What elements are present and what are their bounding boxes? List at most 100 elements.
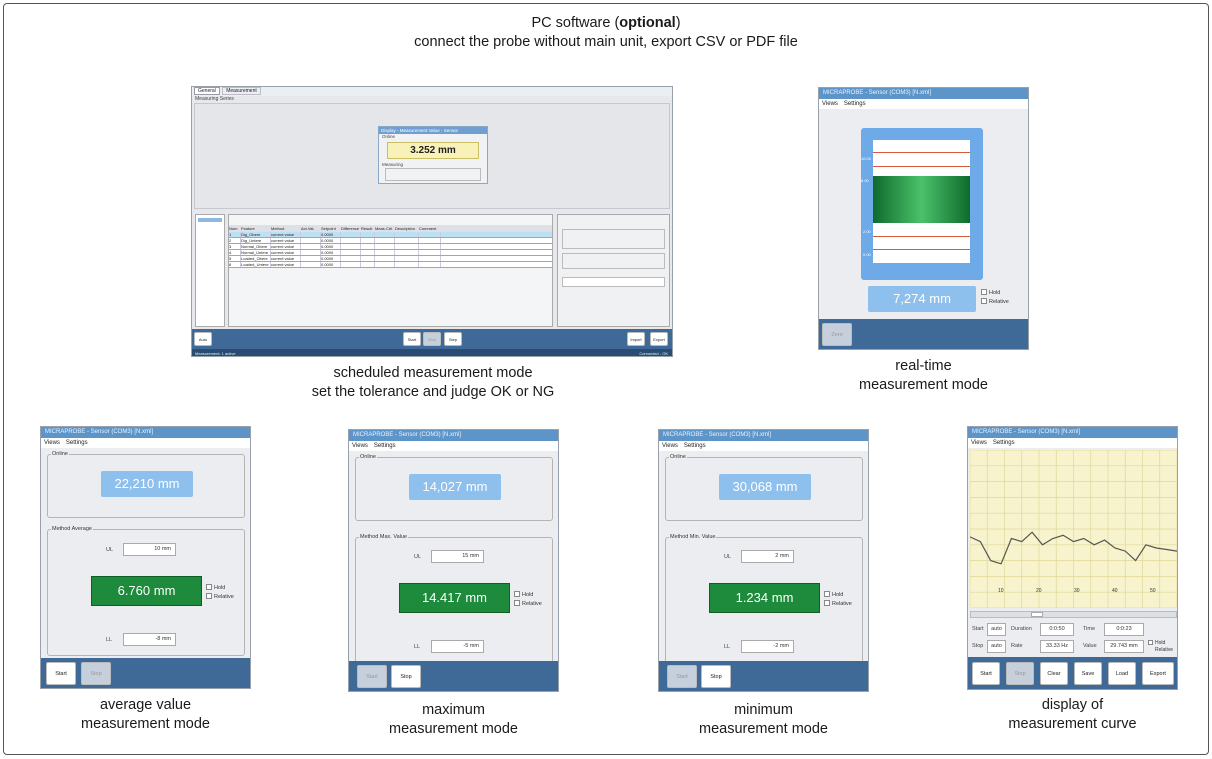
relative-checkbox[interactable]: Relative <box>206 593 234 601</box>
x-tick-label: 40 <box>1112 588 1118 594</box>
series-list[interactable] <box>195 214 225 327</box>
menu-settings[interactable]: Settings <box>993 440 1015 446</box>
scale-tick-3: 2.00 <box>863 229 871 234</box>
table-cell <box>361 238 375 243</box>
stop-button[interactable]: Stop <box>81 662 111 685</box>
maximum-menu: Views Settings <box>349 441 558 451</box>
stop-button[interactable]: Stop <box>701 665 731 688</box>
start-button[interactable]: Start <box>403 332 421 346</box>
caption-curve-2: measurement curve <box>1008 716 1137 732</box>
scheduled-window: General Measurement Measuring Series Dis… <box>191 86 673 357</box>
save-button[interactable]: Save <box>1074 662 1102 685</box>
export-button[interactable]: Export <box>650 332 668 346</box>
menu-views[interactable]: Views <box>822 101 838 107</box>
table-cell <box>395 238 419 243</box>
chart-scrollbar[interactable] <box>970 611 1177 618</box>
start-button[interactable]: Start <box>46 662 76 685</box>
relative-checkbox[interactable]: Relative <box>981 298 1009 306</box>
hold-checkbox[interactable]: Hold <box>1148 640 1165 646</box>
table-cell <box>419 262 441 267</box>
menu-views[interactable]: Views <box>971 440 987 446</box>
load-button[interactable]: Load <box>1108 662 1136 685</box>
table-cell <box>395 232 419 237</box>
tab-general[interactable]: General <box>194 87 220 95</box>
scrollbar-thumb[interactable] <box>1031 612 1043 617</box>
relative-checkbox[interactable]: Relative <box>824 600 852 608</box>
tolerance-group-2 <box>562 253 665 269</box>
menu-views[interactable]: Views <box>44 440 60 446</box>
start-input[interactable]: auto <box>987 623 1006 636</box>
lower-limit-input[interactable]: -2 mm <box>741 640 794 653</box>
table-cell <box>375 250 395 255</box>
table-cell: Loaded_Untere <box>241 262 271 267</box>
lower-limit-label: LL <box>106 637 113 643</box>
caption-minimum-1: minimum <box>734 702 793 718</box>
caption-maximum-2: measurement mode <box>389 721 518 737</box>
zero-button[interactable]: Zero <box>822 323 852 346</box>
lower-limit-input[interactable]: -8 mm <box>123 633 176 646</box>
menu-settings[interactable]: Settings <box>374 443 396 449</box>
table-header: Num Feature Method Act.Val. Setpoint Dif… <box>229 225 552 232</box>
relative-checkbox[interactable]: Relative <box>514 600 542 608</box>
series-list-selected[interactable] <box>198 218 222 222</box>
table-cell <box>395 250 419 255</box>
table-body: 1 Dig_Obere current value 0.0000 2 Dig_Untere… <box>229 232 552 268</box>
upper-limit-label: UL <box>106 547 114 553</box>
hold-checkbox[interactable]: Hold <box>206 584 225 592</box>
table-cell <box>419 238 441 243</box>
hold-checkbox[interactable]: Hold <box>981 289 1000 297</box>
import-button[interactable]: Import <box>627 332 645 346</box>
caption-scheduled-2: set the tolerance and judge OK or NG <box>311 384 555 400</box>
table-cell <box>341 256 361 261</box>
start-button[interactable]: Start <box>667 665 697 688</box>
curve-window: MICRAPROBE - Sensor (COM3) [N.xml] Views… <box>967 426 1178 690</box>
auto-meas-button[interactable]: Auto Meas. <box>194 332 212 355</box>
stop-input[interactable]: auto <box>987 640 1006 653</box>
table-cell <box>301 262 321 267</box>
table-cell <box>375 262 395 267</box>
lower-limit-input[interactable]: -5 mm <box>431 640 484 653</box>
result-value: 6.760 mm <box>91 576 202 606</box>
upper-warn-line <box>873 166 970 167</box>
bar-gauge <box>873 140 970 263</box>
start-button[interactable]: Start <box>972 662 1000 685</box>
export-button[interactable]: Export <box>1142 662 1174 685</box>
step-button[interactable]: Step <box>444 332 462 346</box>
upper-limit-input[interactable]: 10 mm <box>123 543 176 556</box>
stop-button[interactable]: Stop <box>423 332 441 346</box>
table-cell <box>361 244 375 249</box>
table-cell <box>375 232 395 237</box>
table-cell <box>375 244 395 249</box>
curve-footer: Start Stop Clear Save Load Export <box>968 657 1177 689</box>
upper-limit-input[interactable]: 2 mm <box>741 550 794 563</box>
tolerance-group-1 <box>562 229 665 249</box>
table-row[interactable]: 6 Loaded_Untere current value 0.0000 <box>229 262 552 268</box>
stop-button[interactable]: Stop <box>391 665 421 688</box>
table-cell <box>419 250 441 255</box>
realtime-titlebar: MICRAPROBE - Sensor (COM3) [N.xml] <box>819 88 1028 99</box>
table-cell: 0.0000 <box>321 262 341 267</box>
table-cell: current value <box>271 244 301 249</box>
start-button[interactable]: Start <box>357 665 387 688</box>
tolerance-field[interactable] <box>562 277 665 287</box>
relative-checkbox[interactable]: Relative <box>1148 647 1173 653</box>
menu-settings[interactable]: Settings <box>66 440 88 446</box>
duration-input[interactable]: 0:0:50 <box>1040 623 1074 636</box>
tab-measurement[interactable]: Measurement <box>222 87 261 95</box>
table-cell <box>341 262 361 267</box>
upper-limit-input[interactable]: 15 mm <box>431 550 484 563</box>
time-input[interactable]: 0:0:23 <box>1104 623 1144 636</box>
menu-settings[interactable]: Settings <box>844 101 866 107</box>
clear-button[interactable]: Clear <box>1040 662 1068 685</box>
average-titlebar: MICRAPROBE - Sensor (COM3) [N.xml] <box>41 427 250 438</box>
hold-checkbox[interactable]: Hold <box>514 591 533 599</box>
menu-views[interactable]: Views <box>352 443 368 449</box>
menu-settings[interactable]: Settings <box>684 443 706 449</box>
stop-button[interactable]: Stop <box>1006 662 1034 685</box>
table-cell: Dig_Untere <box>241 238 271 243</box>
rate-input[interactable]: 33.33 Hz <box>1040 640 1074 653</box>
menu-views[interactable]: Views <box>662 443 678 449</box>
table-cell <box>341 244 361 249</box>
hold-checkbox[interactable]: Hold <box>824 591 843 599</box>
scheduled-subtitle: Measuring Series <box>195 96 234 102</box>
